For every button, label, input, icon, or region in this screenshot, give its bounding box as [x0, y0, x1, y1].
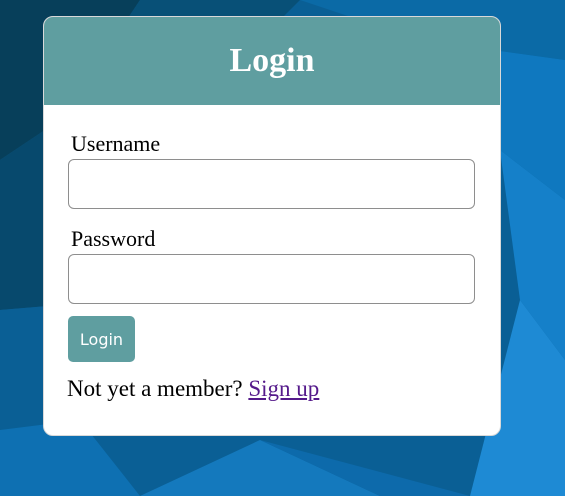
login-form: Username Password Login Not yet a member… [44, 105, 500, 403]
username-input[interactable] [68, 159, 475, 209]
password-label: Password [71, 226, 156, 251]
login-card: Login Username Password Login Not yet a … [43, 16, 501, 436]
login-card-header: Login [44, 17, 500, 105]
username-label: Username [71, 131, 161, 156]
password-input[interactable] [68, 254, 475, 304]
signup-link[interactable]: Sign up [248, 376, 319, 401]
signup-prompt: Not yet a member? [67, 376, 243, 401]
signup-row: Not yet a member? Sign up [67, 375, 476, 403]
login-button[interactable]: Login [68, 316, 135, 362]
login-title: Login [229, 42, 315, 79]
